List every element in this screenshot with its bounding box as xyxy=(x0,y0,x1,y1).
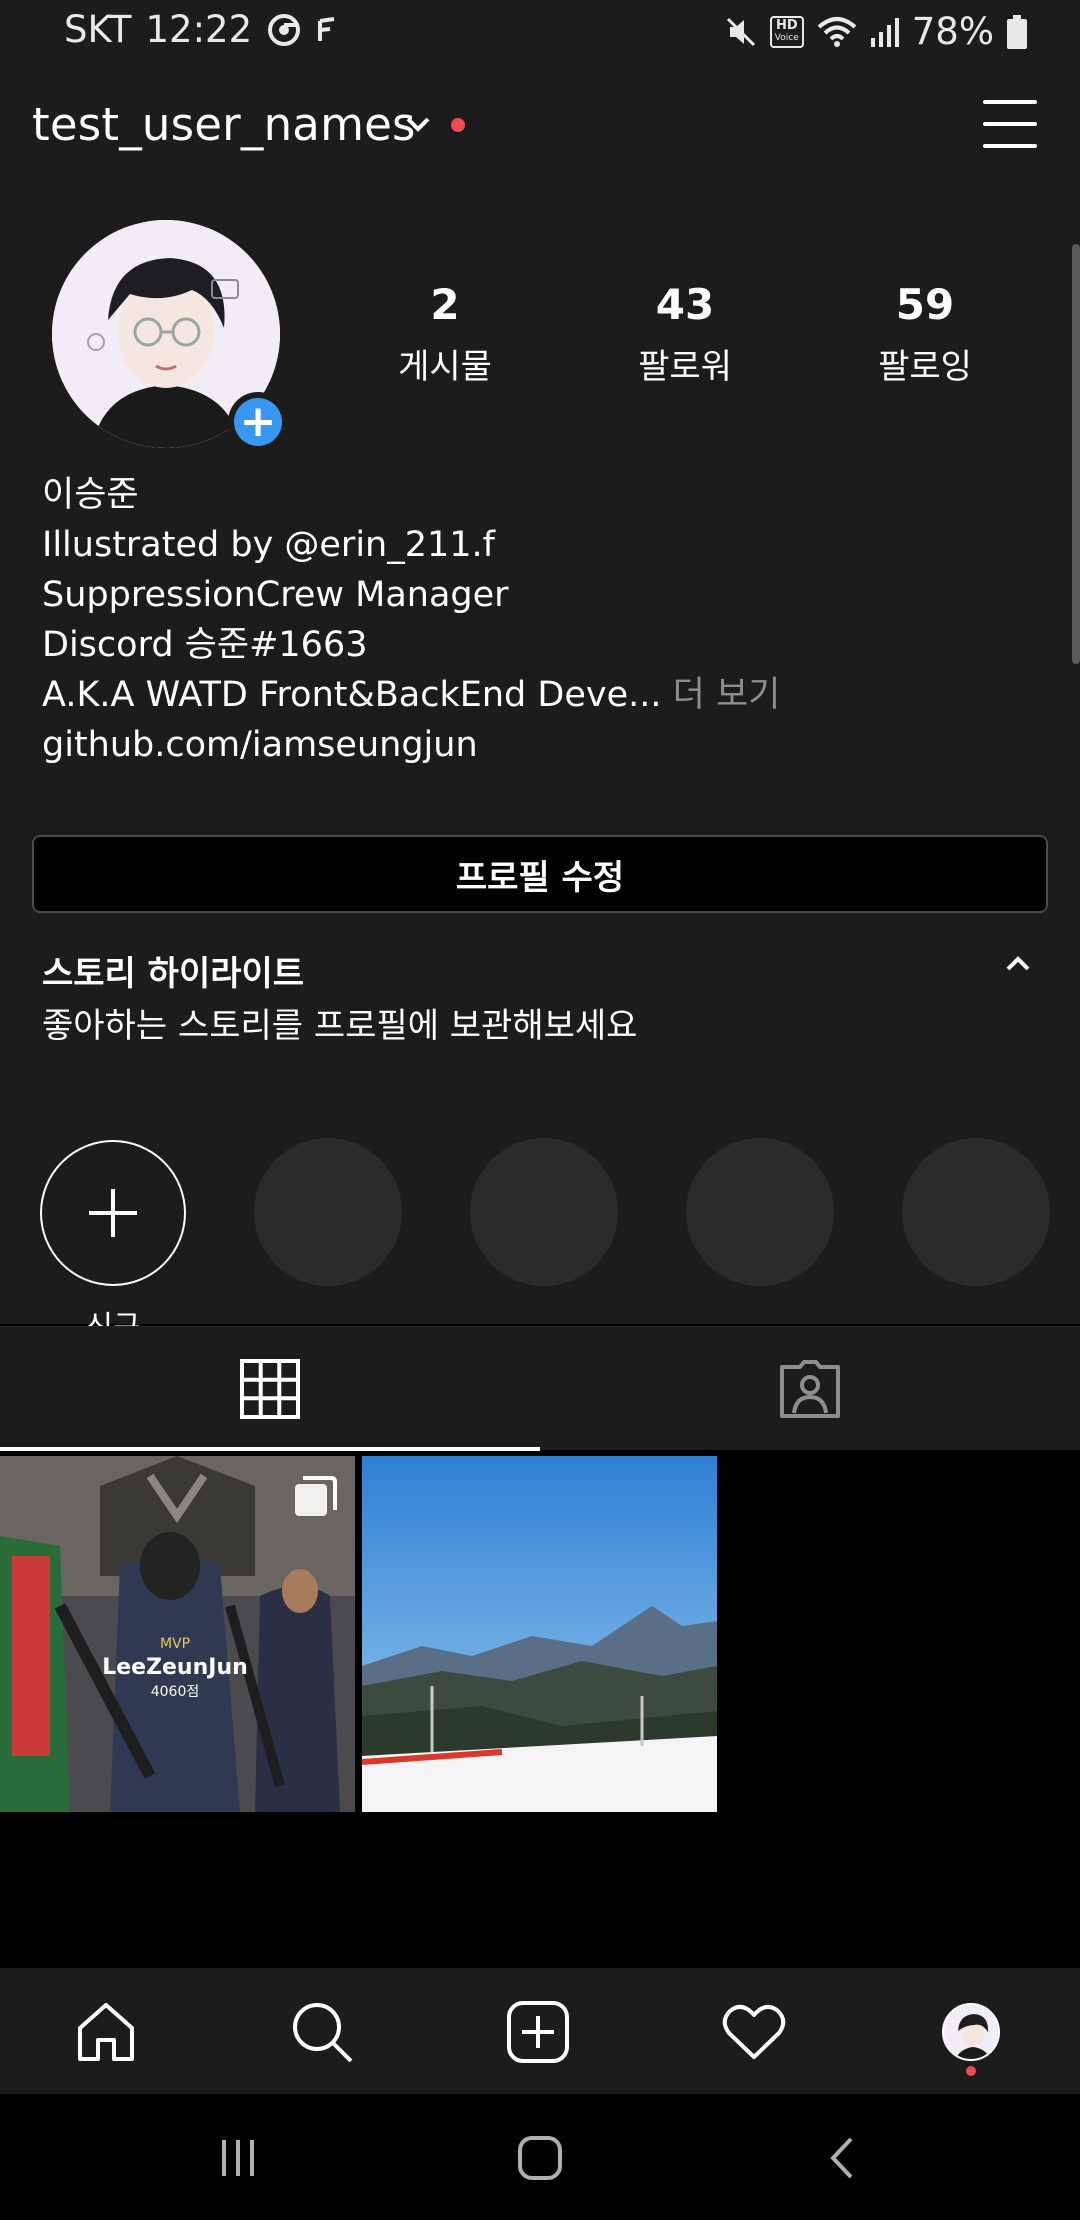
bio-line: Illustrated by @erin_211.f xyxy=(42,525,495,565)
post-grid: MVP LeeZeunJun 4060점 xyxy=(0,1456,1080,1968)
post-caption-score: 4060점 xyxy=(151,1684,200,1700)
hd-badge-top: HD xyxy=(775,17,798,33)
followers-count: 43 xyxy=(655,280,715,329)
nav-activity[interactable] xyxy=(718,1996,790,2068)
stat-posts[interactable]: 2 게시물 xyxy=(350,280,540,388)
recent-apps-icon xyxy=(222,2140,254,2176)
battery-percent: 78% xyxy=(911,10,994,53)
wifi-icon xyxy=(816,15,858,49)
username-switcher[interactable]: test_user_names xyxy=(32,98,416,151)
tagged-icon xyxy=(780,1360,840,1418)
post-caption-name: LeeZeunJun xyxy=(102,1655,248,1680)
post-thumbnail[interactable] xyxy=(362,1456,717,1812)
signal-icon xyxy=(870,16,900,48)
home-icon xyxy=(78,2003,134,2061)
clock: 12:22 xyxy=(145,8,253,51)
plus-icon: + xyxy=(234,398,282,446)
grid-icon xyxy=(240,1359,300,1419)
tab-tagged[interactable] xyxy=(540,1327,1080,1451)
bio-line: A.K.A WATD Front&BackEnd Deve... xyxy=(42,675,662,715)
status-bar: SKT 12:22 HD Voice 78% xyxy=(0,0,1080,62)
back-icon xyxy=(830,2137,853,2179)
highlight-placeholder xyxy=(902,1138,1050,1286)
posts-label: 게시물 xyxy=(398,347,492,387)
menu-button[interactable] xyxy=(983,100,1037,148)
following-count: 59 xyxy=(895,280,955,329)
carrier-label: SKT xyxy=(64,8,132,51)
stat-following[interactable]: 59 팔로잉 xyxy=(830,280,1020,388)
app-f-icon xyxy=(316,15,340,45)
system-nav-bar xyxy=(0,2094,1080,2220)
nav-profile[interactable] xyxy=(935,1996,1007,2068)
hd-badge-bottom: Voice xyxy=(774,32,799,43)
profile-header: test_user_names xyxy=(0,62,1080,192)
highlight-placeholder xyxy=(254,1138,402,1286)
following-label: 팔로잉 xyxy=(878,347,972,387)
post-caption-mvp: MVP xyxy=(160,1636,190,1652)
profile-screen: test_user_names + 2 게시물 43 팔로워 59 팔로잉 이승… xyxy=(0,62,1080,1345)
plus-icon xyxy=(89,1189,137,1237)
profile-tabs xyxy=(0,1326,1080,1451)
highlights-subtitle: 좋아하는 스토리를 프로필에 보관해보세요 xyxy=(42,1006,638,1046)
menu-line xyxy=(983,100,1037,104)
carousel-icon xyxy=(293,1476,337,1524)
mute-icon xyxy=(724,15,758,49)
hd-voice-icon: HD Voice xyxy=(769,15,804,48)
bottom-nav xyxy=(0,1968,1080,2094)
chevron-up-icon[interactable] xyxy=(1004,954,1032,978)
display-name: 이승준 xyxy=(42,475,139,515)
new-highlight-button[interactable] xyxy=(40,1140,186,1286)
status-right: HD Voice 78% xyxy=(724,10,1028,53)
post-thumbnail[interactable]: MVP LeeZeunJun 4060점 xyxy=(0,1456,355,1812)
home-button[interactable] xyxy=(510,2128,570,2188)
tab-grid[interactable] xyxy=(0,1327,540,1451)
bio-line: SuppressionCrew Manager xyxy=(42,575,509,615)
bio-line: Discord 승준#1663 xyxy=(42,625,368,665)
chevron-down-icon[interactable] xyxy=(404,114,432,138)
chrome-icon xyxy=(266,12,302,48)
edit-profile-button[interactable]: 프로필 수정 xyxy=(32,835,1048,913)
nav-search[interactable] xyxy=(286,1996,358,2068)
highlights-title: 스토리 하이라이트 xyxy=(42,954,305,994)
followers-label: 팔로워 xyxy=(638,347,732,387)
nav-new-post[interactable] xyxy=(502,1996,574,2068)
profile-bio: 이승준 Illustrated by @erin_211.f Suppressi… xyxy=(42,470,1042,770)
search-icon xyxy=(293,2003,353,2063)
status-left: SKT 12:22 xyxy=(64,8,340,51)
more-link[interactable]: 더 보기 xyxy=(662,675,781,715)
website-link[interactable]: github.com/iamseungjun xyxy=(42,720,1042,770)
highlight-placeholder xyxy=(686,1138,834,1286)
back-button[interactable] xyxy=(812,2128,872,2188)
profile-avatar-small xyxy=(942,2003,1000,2061)
scrollbar[interactable] xyxy=(1072,244,1080,664)
posts-count: 2 xyxy=(430,280,460,329)
menu-line xyxy=(983,122,1037,126)
recent-apps-button[interactable] xyxy=(208,2128,268,2188)
battery-icon xyxy=(1006,14,1028,50)
stat-followers[interactable]: 43 팔로워 xyxy=(590,280,780,388)
add-story-button[interactable]: + xyxy=(228,392,288,452)
new-post-icon xyxy=(507,2001,569,2063)
nav-home[interactable] xyxy=(70,1996,142,2068)
active-tab-indicator xyxy=(0,1447,540,1451)
home-button-icon xyxy=(518,2136,562,2180)
bio-line-truncated: A.K.A WATD Front&BackEnd Deve... 더 보기 xyxy=(42,670,1042,720)
notification-dot xyxy=(966,2066,976,2076)
activity-heart-icon xyxy=(722,2004,786,2059)
notification-dot xyxy=(451,118,465,132)
post-image-mountain xyxy=(362,1456,717,1812)
highlight-placeholder xyxy=(470,1138,618,1286)
menu-line xyxy=(983,144,1037,148)
